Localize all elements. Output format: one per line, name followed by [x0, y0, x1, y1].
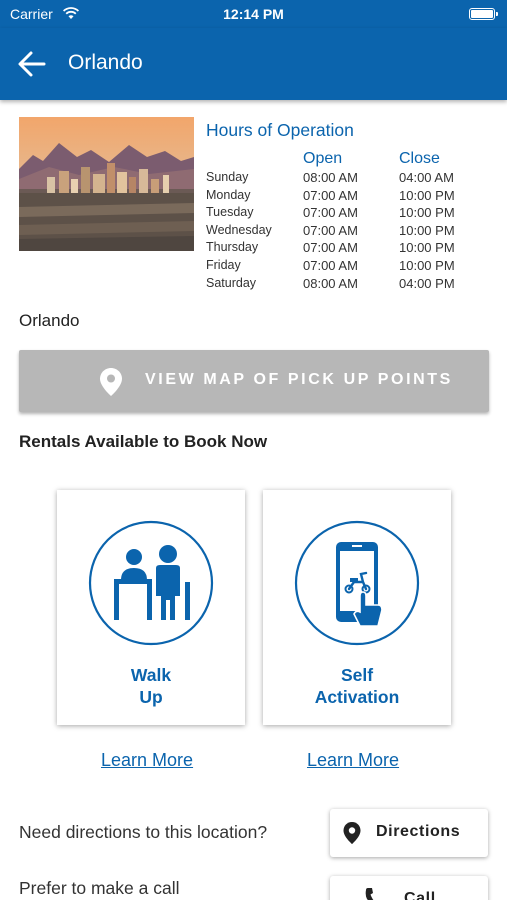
status-time: 12:14 PM	[223, 6, 284, 22]
self-activation-card[interactable]: Self Activation	[263, 490, 451, 725]
hours-close: 10:00 PM	[399, 222, 455, 238]
hours-title: Hours of Operation	[206, 120, 354, 140]
close-header: Close	[399, 150, 440, 167]
phone-scooter-icon	[294, 520, 420, 651]
walk-up-learn-more-link[interactable]: Learn More	[101, 750, 193, 771]
hours-day: Wednesday	[206, 222, 272, 237]
hours-close: 10:00 PM	[399, 257, 455, 273]
hours-row: Saturday 08:00 AM 04:00 PM	[206, 275, 455, 293]
hours-row: Monday 07:00 AM 10:00 PM	[206, 187, 455, 205]
hours-close: 10:00 PM	[399, 240, 455, 256]
call-button[interactable]: Call	[330, 876, 488, 900]
directions-prompt: Need directions to this location?	[19, 822, 268, 842]
hours-close: 10:00 PM	[399, 205, 455, 221]
hours-row: Wednesday 07:00 AM 10:00 PM	[206, 222, 455, 240]
battery-icon	[469, 8, 498, 20]
rentals-title: Rentals Available to Book Now	[19, 432, 268, 451]
hours-day: Saturday	[206, 275, 257, 290]
hours-day: Tuesday	[206, 205, 254, 220]
hours-open: 08:00 AM	[303, 170, 358, 185]
hours-day: Friday	[206, 257, 241, 272]
directions-label: Directions	[376, 823, 461, 840]
hours-row: Thursday 07:00 AM 10:00 PM	[206, 239, 455, 257]
view-map-button[interactable]: VIEW MAP OF PICK UP POINTS	[19, 350, 489, 412]
nav-bar: Orlando	[0, 28, 507, 100]
status-bar: Carrier 12:14 PM	[0, 0, 507, 28]
self-activation-label: Self Activation	[314, 665, 400, 707]
hours-open: 07:00 AM	[303, 257, 358, 273]
hours-open: 07:00 AM	[303, 240, 358, 256]
phone-icon	[364, 886, 384, 900]
walk-up-card[interactable]: Walk Up	[57, 490, 245, 725]
view-map-label: VIEW MAP OF PICK UP POINTS	[145, 371, 453, 388]
hours-row: Sunday 08:00 AM 04:00 AM	[206, 169, 455, 187]
call-label: Call	[404, 890, 436, 900]
hours-open: 07:00 AM	[303, 222, 358, 238]
call-prompt: Prefer to make a call	[19, 878, 180, 898]
location-photo	[19, 117, 194, 251]
walk-up-label: Walk Up	[130, 665, 172, 707]
walk-up-counter-icon	[88, 520, 214, 651]
hours-row: Friday 07:00 AM 10:00 PM	[206, 257, 455, 275]
directions-button[interactable]: Directions	[330, 809, 488, 857]
hours-day: Thursday	[206, 240, 259, 255]
hours-close: 04:00 PM	[399, 275, 455, 291]
hours-of-operation: Hours of Operation Open Close Sunday 08:…	[206, 120, 496, 292]
hours-table: Open Close Sunday 08:00 AM 04:00 AM Mond…	[206, 149, 455, 292]
map-pin-icon	[342, 821, 362, 850]
hours-open: 07:00 AM	[303, 187, 358, 203]
hours-open: 08:00 AM	[303, 275, 358, 291]
location-name: Orlando	[19, 311, 80, 330]
hours-close: 10:00 PM	[399, 187, 455, 203]
back-arrow-icon[interactable]	[16, 48, 48, 80]
page-title: Orlando	[68, 51, 143, 74]
hours-row: Tuesday 07:00 AM 10:00 PM	[206, 204, 455, 222]
self-activation-learn-more-link[interactable]: Learn More	[307, 750, 399, 771]
hours-day: Monday	[206, 187, 251, 202]
hours-close: 04:00 AM	[399, 170, 454, 185]
hours-open: 07:00 AM	[303, 205, 358, 221]
open-header: Open	[303, 150, 343, 167]
map-pin-icon	[99, 367, 123, 402]
hours-day: Sunday	[206, 170, 249, 184]
